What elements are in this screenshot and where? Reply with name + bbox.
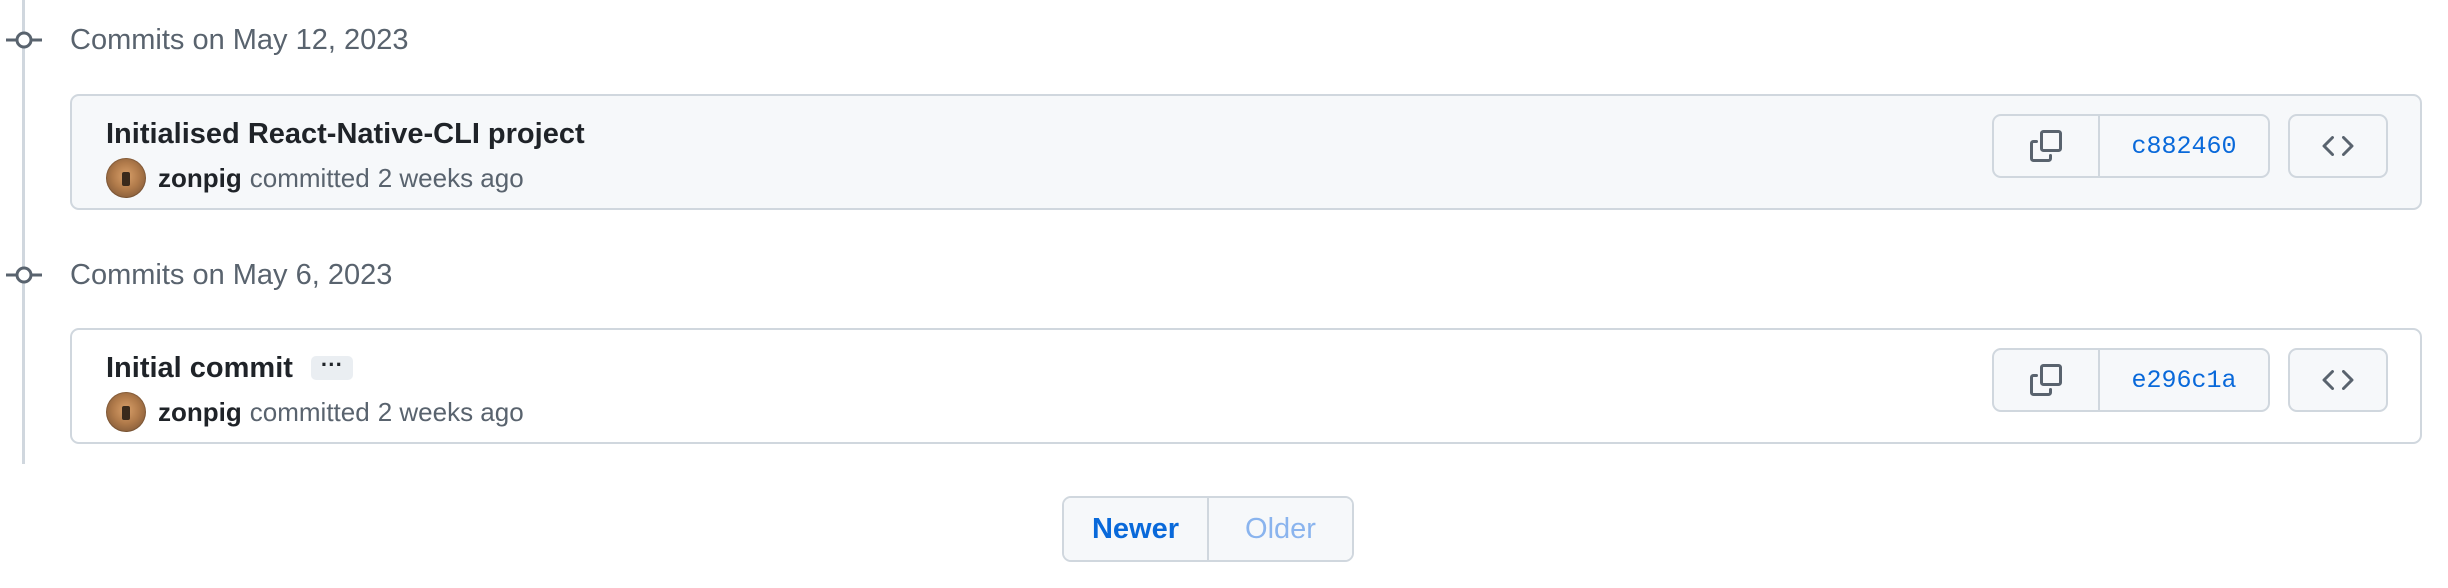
commit-item: Initialised React-Native-CLI project zon…: [70, 94, 2422, 210]
older-button[interactable]: Older: [1209, 498, 1352, 560]
timeline-line: [22, 0, 25, 464]
committed-label: committed: [249, 396, 370, 427]
author-link[interactable]: zonpig: [158, 163, 242, 194]
avatar[interactable]: [106, 158, 146, 198]
author-link[interactable]: zonpig: [158, 397, 242, 428]
newer-button[interactable]: Newer: [1064, 498, 1209, 560]
commit-actions: c882460: [1992, 114, 2270, 178]
copy-sha-button[interactable]: [1994, 116, 2100, 176]
browse-repo-button[interactable]: [2288, 114, 2388, 178]
code-icon: [2322, 369, 2354, 391]
git-commit-icon: [6, 255, 42, 295]
copy-sha-button[interactable]: [1994, 350, 2100, 410]
commit-group-header: Commits on May 6, 2023: [70, 259, 393, 291]
copy-icon: [2030, 130, 2062, 162]
relative-time: 2 weeks ago: [377, 162, 524, 193]
commit-title-link[interactable]: Initial commit: [106, 352, 293, 385]
relative-time: 2 weeks ago: [377, 396, 524, 427]
avatar[interactable]: [106, 392, 146, 432]
committed-label: committed: [249, 162, 370, 193]
commit-actions: e296c1a: [1992, 348, 2270, 412]
code-icon: [2322, 135, 2354, 157]
commit-sha-link[interactable]: e296c1a: [2100, 350, 2268, 410]
commit-title-link[interactable]: Initialised React-Native-CLI project: [106, 118, 585, 151]
copy-icon: [2030, 364, 2062, 396]
expand-message-button[interactable]: ···: [310, 354, 353, 380]
commit-item: Initial commit ··· zonpig committed 2 we…: [70, 328, 2422, 444]
commit-group-header: Commits on May 12, 2023: [70, 24, 409, 56]
commit-sha-link[interactable]: c882460: [2100, 116, 2268, 176]
pagination: Newer Older: [1062, 496, 1354, 562]
browse-repo-button[interactable]: [2288, 348, 2388, 412]
git-commit-icon: [6, 20, 42, 60]
